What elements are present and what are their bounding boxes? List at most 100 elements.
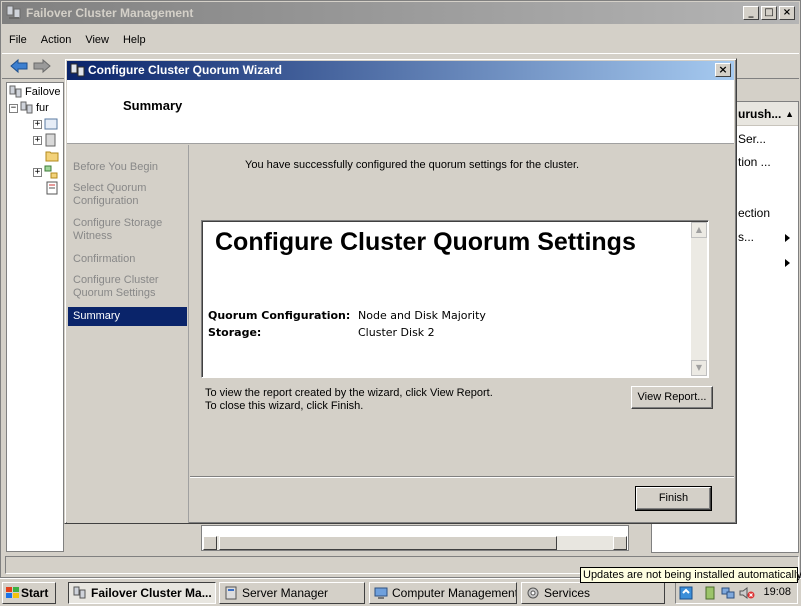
- tree-item[interactable]: +: [33, 132, 58, 148]
- close-icon[interactable]: ×: [715, 63, 731, 77]
- action-item[interactable]: Ser...: [738, 132, 766, 148]
- step-summary: Summary: [68, 307, 187, 326]
- tree-pane[interactable]: Failove − fur + + +: [6, 82, 64, 552]
- scroll-right-button[interactable]: [613, 536, 627, 550]
- tree-item[interactable]: +: [33, 116, 58, 132]
- scroll-thumb[interactable]: [219, 536, 557, 550]
- events-icon: [46, 181, 58, 195]
- success-message: You have successfully configured the quo…: [245, 159, 580, 171]
- forward-arrow-icon[interactable]: [33, 58, 51, 74]
- wizard-content: You have successfully configured the quo…: [190, 145, 734, 523]
- instruction-finish: To close this wizard, click Finish.: [205, 400, 364, 412]
- expand-icon[interactable]: +: [33, 119, 42, 129]
- menu-bar: File Action View Help: [2, 31, 153, 51]
- step-storage-witness: Configure Storage Witness: [73, 217, 163, 242]
- tree-root[interactable]: Failove: [9, 84, 60, 100]
- wizard-header: Summary: [67, 80, 734, 144]
- cluster-icon: [73, 586, 86, 599]
- collapse-icon[interactable]: −: [9, 103, 18, 113]
- menu-help[interactable]: Help: [116, 31, 153, 51]
- computer-management-icon: [374, 587, 388, 599]
- task-services[interactable]: Services: [521, 582, 665, 604]
- step-configure-settings: Configure Cluster Quorum Settings: [73, 274, 159, 299]
- scroll-up-button[interactable]: ▲: [691, 222, 707, 238]
- action-item[interactable]: s...: [738, 230, 754, 246]
- folder-icon: [45, 151, 59, 162]
- volume-muted-icon[interactable]: [739, 586, 755, 600]
- windows-update-icon[interactable]: [679, 586, 693, 600]
- services-icon: [44, 118, 58, 130]
- expand-icon[interactable]: +: [33, 167, 42, 177]
- app-title: Failover Cluster Management: [26, 6, 194, 20]
- network-icon: [44, 165, 58, 179]
- task-computer-management[interactable]: Computer Management: [369, 582, 517, 604]
- wizard-title: Configure Cluster Quorum Wizard: [88, 63, 282, 77]
- clock[interactable]: 19:08: [763, 586, 791, 598]
- maximize-button[interactable]: □: [761, 6, 777, 20]
- divider: [190, 476, 734, 478]
- task-label: Failover Cluster Ma...: [91, 586, 212, 600]
- start-label: Start: [21, 586, 49, 600]
- scroll-left-button[interactable]: [203, 536, 217, 550]
- actions-header-label: urush...: [738, 107, 782, 121]
- report-title: Configure Cluster Quorum Settings: [215, 228, 636, 256]
- tree-item[interactable]: [45, 148, 59, 164]
- collapse-up-icon[interactable]: ▲: [785, 102, 794, 126]
- tree-cluster-node[interactable]: − fur: [9, 100, 49, 116]
- server-manager-icon: [225, 586, 237, 600]
- report-value: Node and Disk Majority: [358, 309, 486, 322]
- nodes-icon: [45, 133, 56, 147]
- task-label: Computer Management: [392, 586, 517, 600]
- instruction-view-report: To view the report created by the wizard…: [205, 387, 493, 399]
- safe-remove-icon[interactable]: [703, 586, 717, 600]
- report-viewer[interactable]: Configure Cluster Quorum Settings Quorum…: [201, 220, 709, 378]
- tree-item[interactable]: +: [33, 164, 58, 180]
- cluster-icon: [9, 85, 22, 98]
- system-tray: 19:08: [675, 582, 798, 604]
- tree-root-label: Failove: [25, 86, 61, 98]
- step-select-quorum: Select Quorum Configuration: [73, 182, 147, 207]
- task-label: Server Manager: [242, 586, 329, 600]
- tray-tooltip: Updates are not being installed automati…: [580, 567, 801, 583]
- windows-logo-icon: [6, 587, 19, 598]
- vertical-scrollbar[interactable]: ▲ ▼: [691, 222, 707, 376]
- finish-button[interactable]: Finish: [635, 486, 712, 511]
- step-confirmation: Confirmation: [73, 253, 136, 265]
- action-item[interactable]: ection: [738, 206, 770, 222]
- wizard-steps: Before You Begin Select Quorum Configura…: [67, 145, 189, 523]
- task-failover-cluster[interactable]: Failover Cluster Ma...: [68, 582, 216, 604]
- tree-cluster-label: fur: [36, 102, 49, 114]
- page-title: Summary: [123, 98, 183, 113]
- minimize-button[interactable]: _: [743, 6, 759, 20]
- back-arrow-icon[interactable]: [10, 58, 28, 74]
- wizard-title-bar[interactable]: Configure Cluster Quorum Wizard ×: [67, 61, 734, 80]
- view-report-button[interactable]: View Report...: [631, 386, 713, 409]
- report-value: Cluster Disk 2: [358, 326, 435, 339]
- services-gear-icon: [527, 587, 539, 599]
- wizard-dialog: Configure Cluster Quorum Wizard × Summar…: [64, 58, 737, 524]
- action-item[interactable]: tion ...: [738, 155, 771, 171]
- submenu-arrow-icon: [785, 234, 790, 242]
- app-title-bar[interactable]: Failover Cluster Management _ □ ×: [2, 2, 799, 24]
- close-button[interactable]: ×: [779, 6, 795, 20]
- step-before-you-begin: Before You Begin: [73, 161, 159, 173]
- start-button[interactable]: Start: [2, 582, 56, 604]
- horizontal-scrollbar[interactable]: [203, 536, 627, 550]
- scroll-down-button[interactable]: ▼: [691, 360, 707, 376]
- report-key: Quorum Configuration:: [208, 309, 351, 322]
- report-row: Quorum Configuration: Node and Disk Major…: [208, 309, 486, 322]
- submenu-arrow-icon: [785, 259, 790, 267]
- task-label: Services: [544, 586, 591, 600]
- task-server-manager[interactable]: Server Manager: [219, 582, 365, 604]
- menu-view[interactable]: View: [78, 31, 116, 51]
- tree-item[interactable]: [45, 180, 59, 196]
- cluster-icon: [6, 5, 21, 19]
- report-row: Storage: Cluster Disk 2: [208, 326, 435, 339]
- cluster-icon: [20, 101, 33, 114]
- network-icon[interactable]: [721, 586, 735, 600]
- menu-file[interactable]: File: [2, 31, 34, 51]
- expand-icon[interactable]: +: [33, 135, 42, 145]
- report-key: Storage:: [208, 326, 262, 339]
- instructions: To view the report created by the wizard…: [205, 387, 493, 413]
- menu-action[interactable]: Action: [34, 31, 79, 51]
